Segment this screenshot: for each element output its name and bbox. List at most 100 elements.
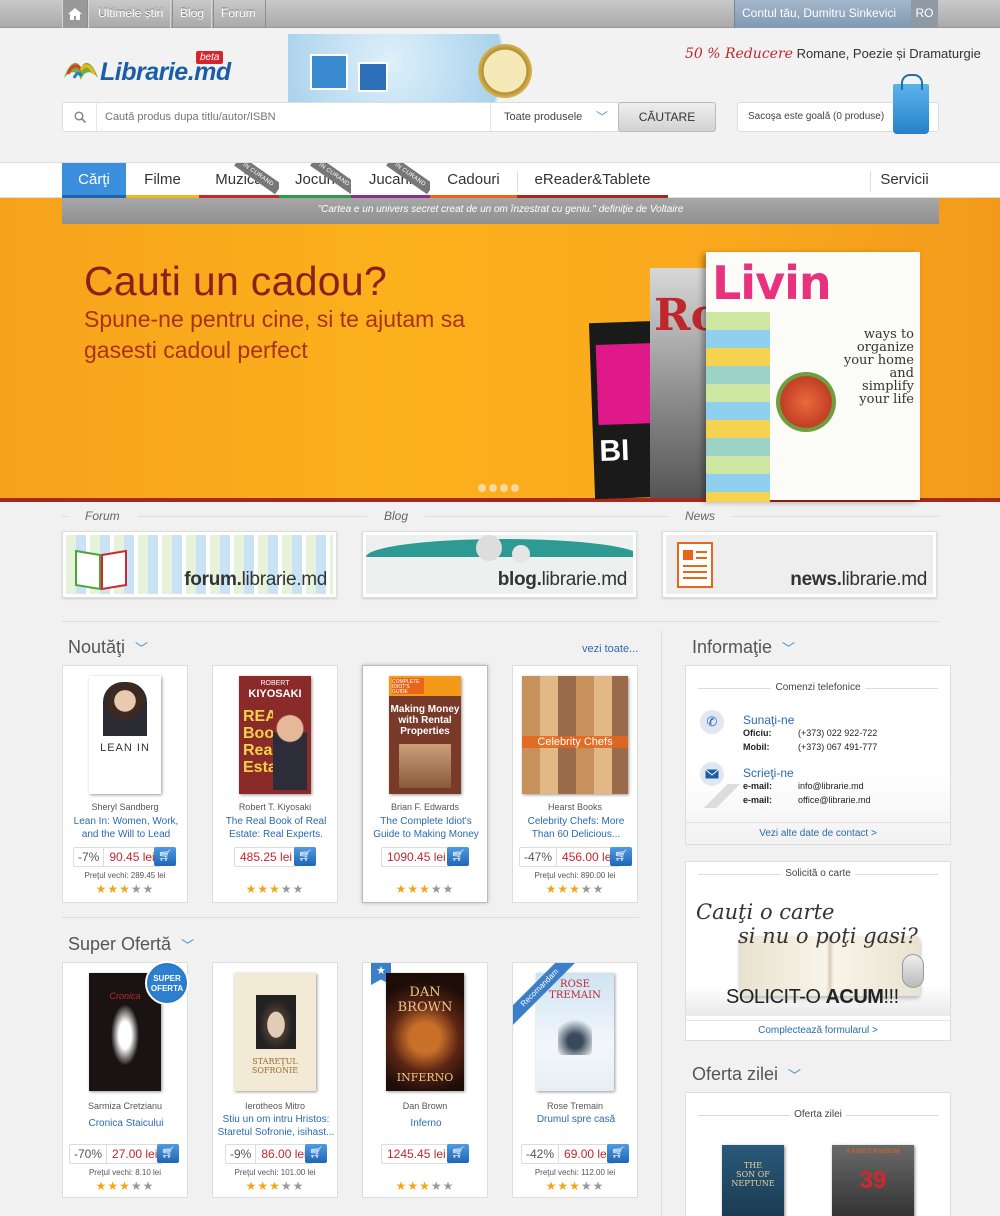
book-cover-son-of-neptune[interactable]: THE SON OF NEPTUNE bbox=[722, 1145, 784, 1216]
book-cover-image: DAN BROWN INFERNO bbox=[386, 973, 464, 1091]
promo-banner[interactable]: 50 % Reducere Romane, Poezie și Dramatur… bbox=[685, 46, 981, 62]
product-card[interactable]: Celebrity Chefs Hearst Books Celebrity C… bbox=[512, 665, 638, 903]
cta-bold: ACUM bbox=[825, 986, 884, 1008]
cart-icon: 🛒︎ bbox=[161, 1147, 175, 1159]
discount-badge: -9% bbox=[226, 1145, 257, 1163]
add-to-cart-button[interactable]: 🛒︎ bbox=[157, 1144, 179, 1163]
link-bold: blog. bbox=[497, 569, 542, 590]
email-info[interactable]: info@librarie.md bbox=[798, 781, 864, 791]
product-card[interactable]: Cronica SUPER OFERTA Sarmiza Cretzianu C… bbox=[62, 961, 189, 1198]
product-card[interactable]: ROSE TREMAIN Recomandam Rose Tremain Dru… bbox=[512, 962, 638, 1198]
product-card[interactable]: ROBERT KIYOSAKI REAL Book Real Estate Rober… bbox=[212, 665, 338, 903]
news-link-card[interactable]: news.librarie.md bbox=[662, 531, 937, 598]
account-link[interactable]: Contul tău, Dumitru Sinkevici bbox=[734, 0, 911, 46]
tab-cadouri[interactable]: Cadouri bbox=[430, 163, 517, 199]
write-us-link[interactable]: Scrieţi-ne bbox=[743, 766, 794, 780]
product-title[interactable]: The Complete Idiot's Guide to Making Mon… bbox=[367, 815, 485, 841]
add-to-cart-button[interactable]: 🛒︎ bbox=[447, 1144, 469, 1163]
caption-text: Oferta zilei bbox=[790, 1109, 846, 1120]
email-office[interactable]: office@librarie.md bbox=[798, 795, 871, 805]
product-author: Sheryl Sandberg bbox=[91, 802, 159, 812]
product-title[interactable]: Lean In: Women, Work, and the Will to Le… bbox=[67, 815, 185, 841]
category-select[interactable]: Toate produsele ﹀ bbox=[490, 103, 618, 131]
blog-link-card[interactable]: blog.librarie.md bbox=[362, 531, 637, 598]
product-title[interactable]: Inferno bbox=[367, 1117, 485, 1131]
cart-icon: 🛒︎ bbox=[614, 850, 628, 862]
forum-link-card[interactable]: forum.librarie.md bbox=[62, 531, 337, 598]
product-title[interactable]: The Real Book of Real Estate: Real Exper… bbox=[217, 815, 335, 841]
carousel-dot[interactable] bbox=[478, 484, 486, 492]
clock-icon bbox=[478, 44, 532, 98]
caption-text: Solicită o carte bbox=[781, 868, 855, 879]
super-oferta-heading[interactable]: Super Ofertă ﹀ bbox=[68, 934, 194, 955]
old-price: Preţul vechi: 289.45 lei bbox=[84, 871, 166, 880]
informatie-heading[interactable]: Informaţie ﹀ bbox=[692, 637, 795, 658]
home-icon[interactable] bbox=[62, 0, 88, 28]
add-to-cart-button[interactable]: 🛒︎ bbox=[447, 847, 469, 866]
forum-label: Forum bbox=[68, 509, 138, 523]
carousel-dot[interactable] bbox=[511, 484, 519, 492]
book-cover-image: COMPLETE IDIOT'S GUIDE Making Money with… bbox=[389, 676, 461, 794]
see-all-link[interactable]: vezi toate... bbox=[582, 643, 638, 655]
old-price: Preţul vechi: 101.00 lei bbox=[234, 1168, 316, 1177]
product-card[interactable]: LEAN IN Sheryl Sandberg Lean In: Women, … bbox=[62, 665, 188, 903]
hero-banner[interactable]: Cauti un cadou? Spune-ne pentru cine, si… bbox=[0, 198, 1000, 502]
noutati-heading[interactable]: Noutăţi ﹀ bbox=[68, 637, 148, 658]
product-title[interactable]: Stiu un om intru Hristos: Staretul Sofro… bbox=[217, 1113, 335, 1139]
product-title[interactable]: Celebrity Chefs: More Than 60 Delicious.… bbox=[517, 815, 635, 841]
daily-offer-panel: Oferta zilei THE SON OF NEPTUNE A KING'S R… bbox=[685, 1092, 951, 1216]
tab-carti[interactable]: Cǎrţi bbox=[62, 163, 126, 199]
link-rest: librarie.md bbox=[241, 569, 328, 590]
tab-ereader[interactable]: eReader&Tablete bbox=[517, 163, 668, 199]
call-us-link[interactable]: Sunaţi-ne bbox=[743, 713, 794, 727]
add-to-cart-button[interactable]: 🛒︎ bbox=[305, 1144, 327, 1163]
chevron-down-icon: ﹀ bbox=[595, 110, 608, 124]
add-to-cart-button[interactable]: 🛒︎ bbox=[154, 847, 176, 866]
chevron-down-icon: ﹀ bbox=[788, 1068, 802, 1083]
topbar-link-forum[interactable]: Forum bbox=[211, 0, 266, 28]
tab-muzica[interactable]: Muzica IN CURAND bbox=[199, 163, 279, 198]
cover-text: STAREŢUL SOFRONIE bbox=[251, 1057, 299, 1075]
request-form-link[interactable]: Complectează formularul > bbox=[686, 1025, 950, 1036]
add-to-cart-button[interactable]: 🛒︎ bbox=[294, 847, 316, 866]
shopping-bag-icon[interactable] bbox=[893, 74, 929, 134]
divider bbox=[62, 621, 939, 622]
topbar-link-news[interactable]: Ultimele știri bbox=[88, 0, 174, 28]
add-to-cart-button[interactable]: 🛒︎ bbox=[607, 1144, 629, 1163]
product-title[interactable]: Cronica Staicului bbox=[67, 1117, 185, 1131]
request-book-panel[interactable]: Solicită o carte Cauţi o carte si nu o p… bbox=[685, 861, 951, 1041]
tab-jocuri[interactable]: Jocuri IN CURAND bbox=[279, 163, 351, 198]
product-price: 485.25 lei bbox=[240, 850, 293, 864]
request-cta[interactable]: SOLICIT-O ACUM!!! bbox=[726, 986, 899, 1009]
blog-link-text: blog.librarie.md bbox=[497, 569, 628, 591]
search-input[interactable] bbox=[105, 109, 485, 125]
banner-subtitle: Spune-ne pentru cine, si te ajutam sa ga… bbox=[84, 306, 466, 363]
link-bold: news. bbox=[790, 569, 842, 590]
product-card[interactable]: ★ DAN BROWN INFERNO Dan Brown Inferno 124… bbox=[362, 962, 488, 1198]
magazine-living-image: Livin ways to organize your home and sim… bbox=[706, 252, 920, 502]
book-cover-39-clues[interactable]: A KING'S RANSOM 39 bbox=[832, 1145, 914, 1216]
add-to-cart-button[interactable]: 🛒︎ bbox=[610, 847, 632, 866]
tab-label: eReader&Tablete bbox=[534, 171, 651, 188]
paper-birds-decoration bbox=[702, 784, 742, 808]
topbar-link-blog[interactable]: Blog bbox=[170, 0, 215, 28]
quote-bar: "Cartea e un univers secret creat de un … bbox=[62, 198, 939, 224]
cover-text: INFERNO bbox=[396, 1071, 454, 1084]
carousel-dot[interactable] bbox=[500, 484, 508, 492]
product-card[interactable]: STAREŢUL SOFRONIE Ierotheos Mitro Stiu u… bbox=[212, 962, 338, 1198]
carousel-dot[interactable] bbox=[489, 484, 497, 492]
product-card[interactable]: COMPLETE IDIOT'S GUIDE Making Money with… bbox=[362, 665, 488, 903]
product-title[interactable]: Drumul spre casă bbox=[517, 1113, 635, 1127]
tab-filme[interactable]: Filme bbox=[126, 163, 199, 199]
tab-servicii[interactable]: Servicii bbox=[870, 163, 939, 198]
oferta-zilei-heading[interactable]: Oferta zilei ﹀ bbox=[692, 1064, 801, 1085]
link-bold: forum. bbox=[184, 569, 242, 590]
main-nav: Cǎrţi Filme Muzica IN CURAND Jocuri IN CUR… bbox=[0, 162, 1000, 199]
chevron-down-icon: ﹀ bbox=[782, 641, 796, 656]
mobile-phone: (+373) 067 491-777 bbox=[798, 742, 878, 752]
search-button[interactable]: CĂUTARE bbox=[618, 102, 716, 132]
language-selector[interactable]: RO bbox=[911, 0, 938, 28]
more-contacts-link[interactable]: Vezi alte date de contact > bbox=[686, 828, 950, 839]
tab-jucarii[interactable]: Jucarii IN CURAND bbox=[351, 163, 430, 198]
logo-book-icon bbox=[64, 62, 98, 80]
